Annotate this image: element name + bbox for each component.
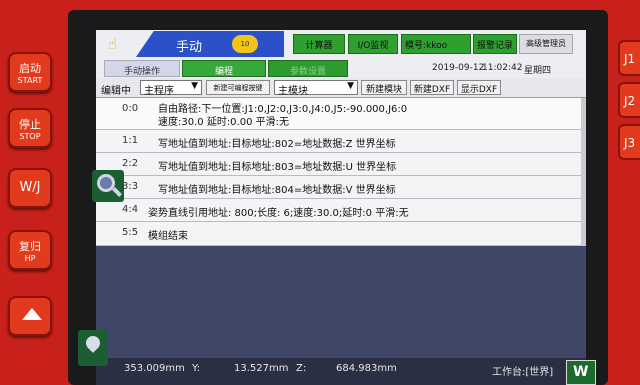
location-button[interactable] — [78, 330, 108, 366]
new-dxf-button[interactable]: 新建DXF — [410, 80, 454, 95]
wj-key-label: W/J — [19, 180, 41, 195]
row-text: 写地址值到地址:目标地址:804=地址数据:V 世界坐标 — [158, 185, 396, 196]
up-arrow-key[interactable] — [8, 296, 52, 336]
speed-badge[interactable]: 10 — [232, 35, 258, 53]
editing-label: 编辑中 — [101, 86, 131, 97]
wj-key[interactable]: W/J — [8, 168, 52, 208]
alarm-log-button[interactable]: 报警记录 — [473, 34, 517, 54]
row-text: 写地址值到地址:目标地址:803=地址数据:U 世界坐标 — [158, 162, 397, 173]
edit-toolbar: 编辑中 主程序 ▼ 新建可编程按键 主模块 ▼ 新建模块 新建DXF 显示DXF — [96, 78, 586, 98]
y-label: Y: — [192, 363, 201, 374]
stop-key-sublabel: STOP — [19, 132, 41, 141]
row-number: 4:4 — [122, 204, 139, 215]
program-row[interactable]: 5:5 模组结束 — [96, 222, 581, 246]
magnifier-handle — [112, 187, 122, 197]
program-row[interactable]: 4:4 姿势直线引用地址: 800;长度: 6;速度:30.0;延时:0 平滑:… — [96, 199, 581, 222]
mode-tab[interactable] — [136, 31, 284, 57]
home-key-label: 复归 — [19, 240, 41, 253]
user-level-button[interactable]: 高级管理员 — [519, 34, 573, 54]
program-row[interactable]: 3:3 写地址值到地址:目标地址:804=地址数据:V 世界坐标 — [96, 176, 581, 199]
empty-area — [96, 246, 586, 358]
program-select-value: 主程序 — [144, 86, 174, 97]
z-value: 684.983mm — [336, 363, 397, 374]
j3-key[interactable]: J3 — [618, 124, 640, 160]
module-select[interactable]: 主模块 ▼ — [274, 80, 358, 97]
z-label: Z: — [296, 363, 307, 374]
y-value: 13.527mm — [234, 363, 289, 374]
time-display: 11:02:42 — [482, 63, 523, 73]
weekday-display: 星期四 — [524, 66, 552, 76]
hmi-screen: ☝ 手动 10 计算器 I/O监视 模号:kkoo 报警记录 高级管理员 手动操… — [96, 30, 586, 385]
start-key-label: 启动 — [19, 62, 41, 75]
new-prog-key-button[interactable]: 新建可编程按键 — [206, 80, 270, 95]
j1-key[interactable]: J1 — [618, 40, 640, 76]
io-monitor-button[interactable]: I/O监视 — [348, 34, 398, 54]
show-dxf-button[interactable]: 显示DXF — [457, 80, 501, 95]
top-bar: ☝ 手动 10 计算器 I/O监视 模号:kkoo 报警记录 高级管理员 — [96, 30, 586, 58]
model-display[interactable]: 模号:kkoo — [401, 34, 471, 54]
row-number: 3:3 — [122, 181, 139, 192]
x-value: 353.009mm — [124, 363, 185, 374]
list-scrollbar[interactable] — [581, 98, 586, 246]
program-row[interactable]: 2:2 写地址值到地址:目标地址:803=地址数据:U 世界坐标 — [96, 153, 581, 176]
row-text: 姿势直线引用地址: 800;长度: 6;速度:30.0;延时:0 平滑:无 — [148, 208, 409, 219]
tab-program[interactable]: 编程 — [182, 60, 266, 77]
chevron-down-icon: ▼ — [191, 81, 198, 91]
row-text: 写地址值到地址:目标地址:802=地址数据:Z 世界坐标 — [158, 139, 396, 150]
w-button[interactable]: W — [566, 360, 596, 385]
tab-row: 手动操作 编程 参数设置 2019-09-12 11:02:42 星期四 — [96, 58, 586, 78]
mode-label: 手动 — [176, 40, 203, 55]
row-text: 模组结束 — [148, 231, 188, 242]
home-key[interactable]: 复归 HP — [8, 230, 52, 270]
module-select-value: 主模块 — [278, 86, 308, 97]
row-number: 5:5 — [122, 227, 139, 238]
program-list: 0:0 自由路径:下一位置:J1:0,J2:0,J3:0,J4:0,J5:-90… — [96, 98, 581, 246]
row-text-detail: 速度:30.0 延时:0.00 平滑:无 — [158, 117, 289, 128]
program-select[interactable]: 主程序 ▼ — [140, 80, 202, 97]
zoom-button[interactable] — [92, 170, 124, 202]
date-display: 2019-09-12 — [432, 63, 485, 73]
start-key-sublabel: START — [17, 76, 43, 85]
row-number: 1:1 — [122, 135, 139, 146]
program-row[interactable]: 1:1 写地址值到地址:目标地址:802=地址数据:Z 世界坐标 — [96, 130, 581, 153]
row-number: 2:2 — [122, 158, 139, 169]
location-pin-icon — [83, 333, 103, 353]
home-key-sublabel: HP — [24, 254, 36, 263]
stop-key[interactable]: 停止 STOP — [8, 108, 52, 148]
stop-key-label: 停止 — [19, 118, 41, 131]
tab-manual[interactable]: 手动操作 — [104, 60, 180, 77]
hand-icon: ☝ — [108, 35, 118, 53]
start-key[interactable]: 启动 START — [8, 52, 52, 92]
status-bar: X: 353.009mm Y: 13.527mm Z: 684.983mm 工作… — [96, 358, 586, 385]
up-arrow-icon — [22, 308, 42, 320]
program-row[interactable]: 0:0 自由路径:下一位置:J1:0,J2:0,J3:0,J4:0,J5:-90… — [96, 98, 581, 130]
new-module-button[interactable]: 新建模块 — [361, 80, 407, 95]
frame-display: 工作台:[世界] — [492, 367, 554, 378]
j2-key[interactable]: J2 — [618, 82, 640, 118]
tab-params[interactable]: 参数设置 — [268, 60, 348, 77]
chevron-down-icon: ▼ — [347, 81, 354, 91]
calculator-button[interactable]: 计算器 — [293, 34, 345, 54]
row-number: 0:0 — [122, 103, 139, 114]
